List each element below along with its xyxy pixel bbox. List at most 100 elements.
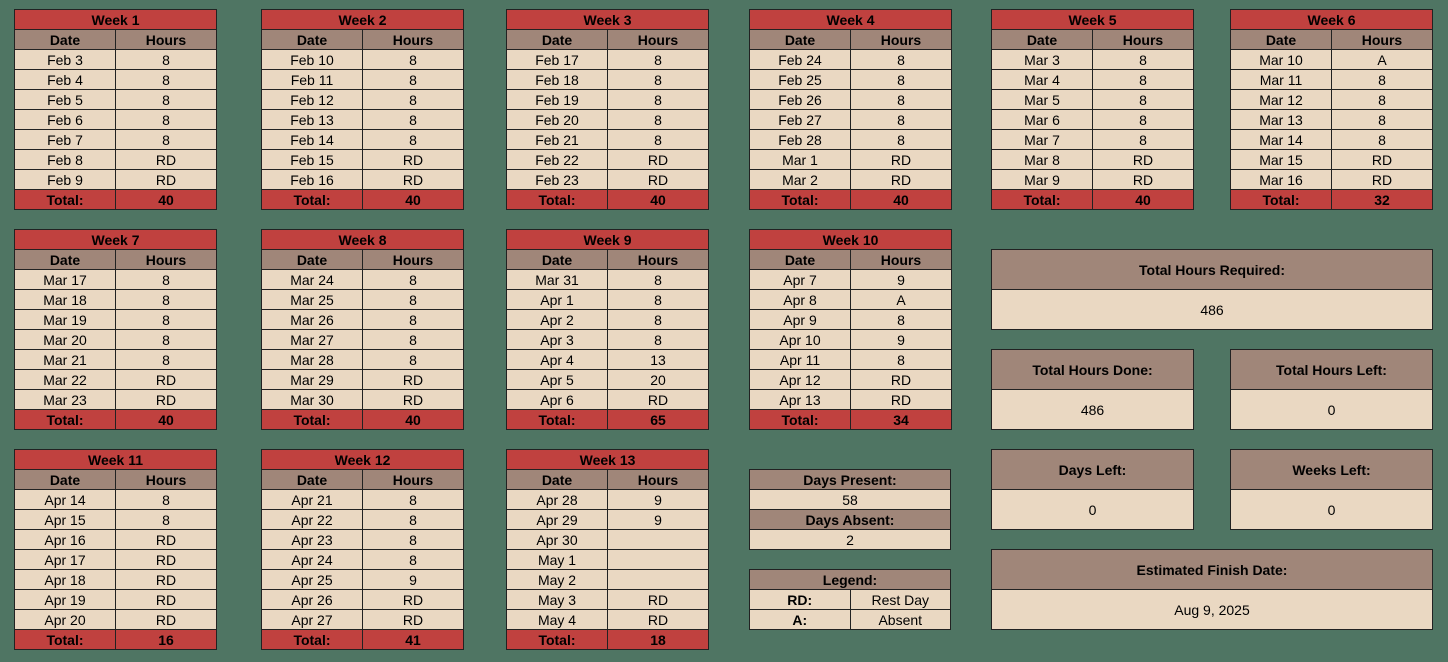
date-cell[interactable]: Mar 11 xyxy=(1230,69,1332,90)
total-value[interactable]: 40 xyxy=(115,409,217,430)
date-cell[interactable]: Mar 9 xyxy=(991,169,1093,190)
hours-cell[interactable]: RD xyxy=(362,589,464,610)
date-cell[interactable]: Mar 23 xyxy=(14,389,116,410)
date-cell[interactable]: Apr 7 xyxy=(749,269,851,290)
date-cell[interactable]: Feb 21 xyxy=(506,129,608,150)
hours-cell[interactable]: 8 xyxy=(115,69,217,90)
hours-cell[interactable]: RD xyxy=(1092,149,1194,170)
date-cell[interactable]: Feb 24 xyxy=(749,49,851,70)
date-cell[interactable]: Apr 1 xyxy=(506,289,608,310)
date-cell[interactable]: Mar 18 xyxy=(14,289,116,310)
hours-cell[interactable]: A xyxy=(850,289,952,310)
date-cell[interactable]: Mar 30 xyxy=(261,389,363,410)
date-cell[interactable]: Feb 12 xyxy=(261,89,363,110)
hours-cell[interactable]: 8 xyxy=(115,349,217,370)
hours-cell[interactable]: 8 xyxy=(607,309,709,330)
hours-cell[interactable]: 8 xyxy=(1331,109,1433,130)
hours-cell[interactable]: 8 xyxy=(362,289,464,310)
date-cell[interactable]: Feb 4 xyxy=(14,69,116,90)
date-cell[interactable]: Mar 1 xyxy=(749,149,851,170)
date-cell[interactable]: Apr 8 xyxy=(749,289,851,310)
hours-cell[interactable]: 8 xyxy=(607,69,709,90)
hours-cell[interactable]: 8 xyxy=(115,89,217,110)
hours-cell[interactable]: 9 xyxy=(850,269,952,290)
total-hours-required-value[interactable]: 486 xyxy=(992,290,1432,329)
date-cell[interactable]: Mar 17 xyxy=(14,269,116,290)
hours-cell[interactable]: 8 xyxy=(115,329,217,350)
date-cell[interactable]: Feb 27 xyxy=(749,109,851,130)
hours-cell[interactable]: RD xyxy=(607,169,709,190)
date-cell[interactable]: Apr 25 xyxy=(261,569,363,590)
date-cell[interactable]: Apr 15 xyxy=(14,509,116,530)
total-value[interactable]: 16 xyxy=(114,629,218,650)
hours-cell[interactable]: RD xyxy=(607,149,709,170)
hours-cell[interactable]: 20 xyxy=(607,369,709,390)
hours-cell[interactable]: RD xyxy=(1331,169,1433,190)
hours-cell[interactable]: 8 xyxy=(1092,49,1194,70)
hours-cell[interactable]: 8 xyxy=(362,109,464,130)
date-cell[interactable]: Apr 20 xyxy=(14,609,116,630)
date-cell[interactable]: Mar 21 xyxy=(14,349,116,370)
date-cell[interactable]: Mar 6 xyxy=(991,109,1093,130)
date-cell[interactable]: Feb 25 xyxy=(749,69,851,90)
hours-cell[interactable]: 9 xyxy=(362,569,464,590)
hours-cell[interactable]: RD xyxy=(115,149,217,170)
hours-cell[interactable]: RD xyxy=(115,369,217,390)
hours-cell[interactable]: A xyxy=(1331,49,1433,70)
hours-cell[interactable]: 13 xyxy=(607,349,709,370)
date-cell[interactable]: Feb 10 xyxy=(261,49,363,70)
date-cell[interactable]: Feb 6 xyxy=(14,109,116,130)
hours-cell[interactable]: 8 xyxy=(362,89,464,110)
date-cell[interactable]: Mar 16 xyxy=(1230,169,1332,190)
hours-cell[interactable]: 8 xyxy=(362,349,464,370)
hours-cell[interactable]: RD xyxy=(607,589,709,610)
date-cell[interactable]: Feb 9 xyxy=(14,169,116,190)
date-cell[interactable]: Apr 4 xyxy=(506,349,608,370)
total-hours-done-value[interactable]: 486 xyxy=(992,390,1193,429)
date-cell[interactable]: May 4 xyxy=(506,609,608,630)
hours-cell[interactable]: RD xyxy=(850,389,952,410)
date-cell[interactable]: Feb 14 xyxy=(261,129,363,150)
date-cell[interactable]: Feb 23 xyxy=(506,169,608,190)
date-cell[interactable]: Mar 19 xyxy=(14,309,116,330)
hours-cell[interactable]: 8 xyxy=(115,269,217,290)
hours-cell[interactable]: 8 xyxy=(115,109,217,130)
hours-cell[interactable]: 8 xyxy=(850,109,952,130)
date-cell[interactable]: Apr 28 xyxy=(506,489,608,510)
hours-cell[interactable]: 8 xyxy=(115,289,217,310)
date-cell[interactable]: Feb 26 xyxy=(749,89,851,110)
date-cell[interactable]: Mar 27 xyxy=(261,329,363,350)
hours-cell[interactable] xyxy=(607,569,709,590)
date-cell[interactable]: Apr 22 xyxy=(261,509,363,530)
date-cell[interactable]: May 3 xyxy=(506,589,608,610)
date-cell[interactable]: Feb 7 xyxy=(14,129,116,150)
hours-cell[interactable]: 8 xyxy=(850,349,952,370)
hours-cell[interactable]: 8 xyxy=(362,529,464,550)
days-left-value[interactable]: 0 xyxy=(992,490,1193,529)
hours-cell[interactable]: 8 xyxy=(114,509,218,530)
date-cell[interactable]: May 1 xyxy=(506,549,608,570)
date-cell[interactable]: Apr 10 xyxy=(749,329,851,350)
date-cell[interactable]: Apr 29 xyxy=(506,509,608,530)
date-cell[interactable]: Apr 30 xyxy=(506,529,608,550)
hours-cell[interactable]: RD xyxy=(362,369,464,390)
date-cell[interactable]: Mar 14 xyxy=(1230,129,1332,150)
date-cell[interactable]: Mar 13 xyxy=(1230,109,1332,130)
days-absent-value[interactable]: 2 xyxy=(749,529,951,550)
date-cell[interactable]: Feb 20 xyxy=(506,109,608,130)
hours-cell[interactable]: 8 xyxy=(607,49,709,70)
hours-cell[interactable]: 8 xyxy=(1331,69,1433,90)
hours-cell[interactable]: 8 xyxy=(607,109,709,130)
total-value[interactable]: 40 xyxy=(115,189,217,210)
hours-cell[interactable]: 8 xyxy=(115,129,217,150)
total-value[interactable]: 65 xyxy=(607,409,709,430)
date-cell[interactable]: Apr 19 xyxy=(14,589,116,610)
hours-cell[interactable]: RD xyxy=(850,369,952,390)
date-cell[interactable]: Apr 23 xyxy=(261,529,363,550)
hours-cell[interactable]: 8 xyxy=(850,129,952,150)
hours-cell[interactable]: RD xyxy=(114,569,218,590)
date-cell[interactable]: Feb 8 xyxy=(14,149,116,170)
hours-cell[interactable]: 8 xyxy=(850,49,952,70)
date-cell[interactable]: May 2 xyxy=(506,569,608,590)
hours-cell[interactable]: 8 xyxy=(607,269,709,290)
